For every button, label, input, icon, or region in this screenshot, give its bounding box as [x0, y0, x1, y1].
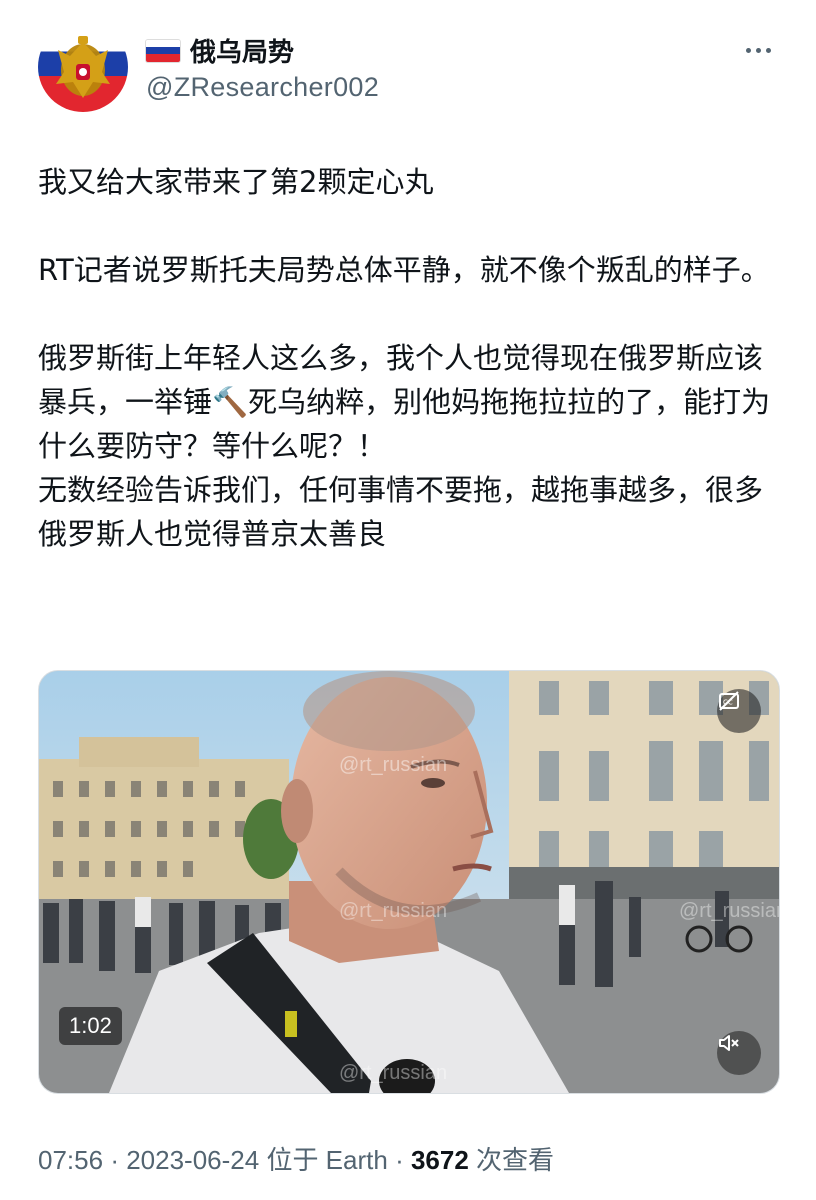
tweet-location: 位于 Earth [266, 1145, 388, 1175]
user-handle[interactable]: @ZResearcher002 [146, 72, 379, 103]
watermark-text: @rt_russian [679, 900, 779, 922]
view-count-label: 次查看 [476, 1145, 555, 1175]
name-row: 俄乌局势 [146, 32, 294, 69]
separator: · [395, 1145, 404, 1175]
tweet-line: RT记者说罗斯托夫局势总体平静，就不像个叛乱的样子。 [38, 253, 770, 287]
tweet-line: 俄罗斯街上年轻人这么多，我个人也觉得现在俄罗斯应该暴兵，一举锤🔨死乌纳粹，别他妈… [38, 341, 771, 463]
watermark-text: @rt_russian [339, 900, 447, 922]
video-frame: @rt_russian @rt_russian @rt_russian @rt_… [39, 671, 779, 1093]
tweet-meta: 07:56 · 2023-06-24 位于 Earth · 3672 次查看 [38, 1140, 554, 1177]
avatar[interactable] [38, 22, 128, 112]
watermark-text: @rt_russian [339, 754, 447, 776]
tweet-line: 无数经验告诉我们，任何事情不要拖，越拖事越多，很多俄罗斯人也觉得普京太善良 [38, 473, 764, 551]
tweet-time[interactable]: 07:56 [38, 1145, 103, 1175]
view-count[interactable]: 3672 [411, 1145, 469, 1175]
tweet-date[interactable]: 2023-06-24 [126, 1145, 259, 1175]
tweet-header: 俄乌局势 @ZResearcher002 [38, 22, 778, 118]
tweet-line: 我又给大家带来了第2颗定心丸 [38, 165, 434, 199]
video-duration: 1:02 [59, 1007, 122, 1045]
more-options-icon[interactable] [738, 40, 778, 60]
eagle-emblem-icon [56, 36, 110, 98]
muted-speaker-icon[interactable] [717, 1031, 761, 1075]
display-name[interactable]: 俄乌局势 [190, 32, 294, 69]
video-player[interactable]: @rt_russian @rt_russian @rt_russian @rt_… [38, 670, 780, 1094]
watermark-text: @rt_russian [339, 1062, 447, 1084]
separator: · [110, 1145, 119, 1175]
tweet-text: 我又给大家带来了第2颗定心丸 RT记者说罗斯托夫局势总体平静，就不像个叛乱的样子… [38, 160, 778, 556]
captions-off-icon[interactable]: CC [717, 689, 761, 733]
russia-flag-icon [146, 39, 180, 62]
